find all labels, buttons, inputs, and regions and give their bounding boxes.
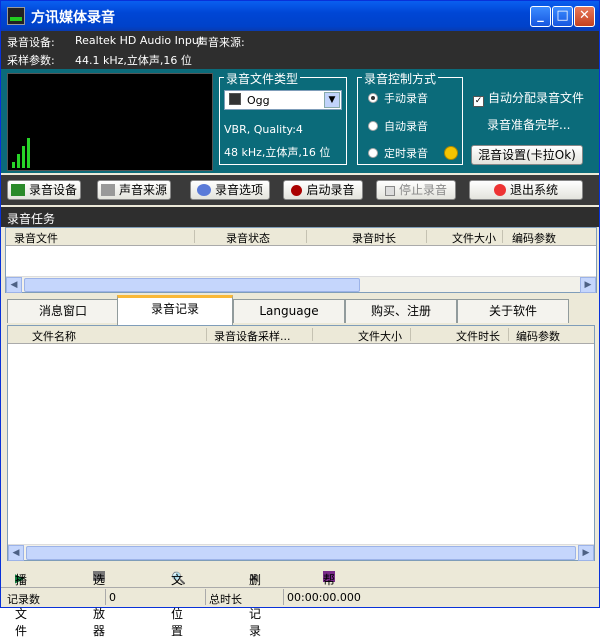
auto-assign-checkbox[interactable]: ✓ 自动分配录音文件 bbox=[473, 89, 584, 107]
main-window: 方讯媒体录音 _ □ ✕ 录音设备: Realtek HD Audio Inpu… bbox=[0, 0, 600, 638]
device-button[interactable]: 录音设备 bbox=[7, 180, 81, 200]
col-header: 文件大小 bbox=[358, 330, 402, 343]
radio-manual[interactable]: 手动录音 bbox=[368, 90, 478, 106]
tab-about[interactable]: 关于软件 bbox=[457, 299, 569, 323]
power-icon bbox=[493, 184, 506, 196]
col-header: 编码参数 bbox=[512, 232, 556, 245]
radio-auto[interactable]: 自动录音 bbox=[368, 118, 478, 134]
duration-label: 总时长 bbox=[209, 593, 242, 606]
stop-record-button[interactable]: 停止录音 bbox=[376, 180, 456, 200]
filetype-group: 录音文件类型 Ogg ▼ VBR, Quality:4 48 kHz,立体声,1… bbox=[219, 70, 347, 165]
floppy-icon bbox=[229, 93, 241, 105]
stop-icon bbox=[384, 186, 395, 196]
mix-settings-button[interactable]: 混音设置(卡拉Ok) bbox=[471, 145, 583, 165]
col-header: 录音文件 bbox=[14, 232, 58, 245]
record-hscroll[interactable]: ◀ ▶ bbox=[8, 544, 594, 561]
chevron-right-icon[interactable]: ▶ bbox=[578, 545, 594, 561]
status-text: 录音准备完毕... bbox=[487, 118, 571, 132]
chevron-down-icon[interactable]: ▼ bbox=[324, 92, 340, 108]
level-bar bbox=[17, 154, 20, 168]
task-hscroll[interactable]: ◀ ▶ bbox=[6, 276, 596, 293]
control-mode-legend: 录音控制方式 bbox=[362, 70, 439, 87]
chevron-left-icon[interactable]: ◀ bbox=[8, 545, 24, 561]
window-title: 方讯媒体录音 bbox=[31, 10, 115, 26]
close-button[interactable]: ✕ bbox=[574, 6, 595, 27]
title-bar[interactable]: 方讯媒体录音 _ □ ✕ bbox=[1, 1, 599, 31]
task-list[interactable]: 录音文件 录音状态 录音时长 文件大小 编码参数 ◀ ▶ bbox=[5, 227, 597, 293]
chevron-left-icon[interactable]: ◀ bbox=[6, 277, 22, 293]
chevron-right-icon[interactable]: ▶ bbox=[580, 277, 596, 293]
params-value: 44.1 kHz,立体声,16 位 bbox=[75, 54, 192, 67]
minimize-button[interactable]: _ bbox=[530, 6, 551, 27]
toolbar: 录音设备 声音来源 录音选项 启动录音 停止录音 退出系统 bbox=[1, 175, 599, 205]
record-list[interactable]: 文件名称 录音设备采样... 文件大小 文件时长 编码参数 ◀ ▶ bbox=[7, 325, 595, 561]
tab-purchase[interactable]: 购买、注册 bbox=[345, 299, 457, 323]
level-bar bbox=[12, 162, 15, 168]
tasks-title: 录音任务 bbox=[1, 207, 599, 227]
scroll-thumb[interactable] bbox=[24, 278, 360, 292]
device-icon bbox=[10, 184, 25, 196]
options-button[interactable]: 录音选项 bbox=[190, 180, 270, 200]
start-record-button[interactable]: 启动录音 bbox=[283, 180, 363, 200]
tab-messages[interactable]: 消息窗口 bbox=[7, 299, 119, 323]
col-header: 录音时长 bbox=[352, 232, 396, 245]
params-label: 采样参数: bbox=[7, 54, 55, 67]
scroll-thumb[interactable] bbox=[26, 546, 576, 560]
device-value: Realtek HD Audio Input bbox=[75, 34, 204, 47]
action-bar: ▶ 播放文件 选播放器 🔍文件位置 ✕ 删除记录 帮助 bbox=[1, 563, 599, 638]
duration-value: 00:00:00.000 bbox=[287, 591, 361, 604]
timer-icon[interactable] bbox=[444, 146, 458, 160]
source-button[interactable]: 声音来源 bbox=[97, 180, 171, 200]
status-bar: 记录数 0 总时长 00:00:00.000 bbox=[1, 587, 599, 607]
level-bar bbox=[27, 138, 30, 168]
col-header: 文件名称 bbox=[32, 330, 76, 343]
level-bar bbox=[22, 146, 25, 168]
source-label: 声音来源: bbox=[197, 36, 245, 49]
device-label: 录音设备: bbox=[7, 36, 55, 49]
col-header: 文件大小 bbox=[452, 232, 496, 245]
quality-text: VBR, Quality:4 bbox=[224, 123, 303, 136]
tab-records[interactable]: 录音记录 bbox=[117, 295, 233, 325]
col-header: 文件时长 bbox=[456, 330, 500, 343]
record-icon bbox=[291, 185, 303, 196]
radio-timed[interactable]: 定时录音 bbox=[368, 145, 478, 161]
count-label: 记录数 bbox=[7, 593, 40, 606]
task-list-header: 录音文件 录音状态 录音时长 文件大小 编码参数 bbox=[6, 228, 596, 246]
app-icon bbox=[7, 7, 25, 25]
tab-language[interactable]: Language bbox=[233, 299, 345, 323]
format-value: Ogg bbox=[247, 94, 270, 107]
count-value: 0 bbox=[109, 591, 116, 604]
filetype-params: 48 kHz,立体声,16 位 bbox=[224, 146, 331, 159]
control-panel: 录音文件类型 Ogg ▼ VBR, Quality:4 48 kHz,立体声,1… bbox=[1, 69, 599, 173]
level-meter bbox=[7, 73, 213, 171]
col-header: 录音设备采样... bbox=[214, 330, 291, 343]
format-select[interactable]: Ogg ▼ bbox=[224, 90, 342, 110]
tab-bar: 消息窗口 录音记录 Language 购买、注册 关于软件 bbox=[5, 295, 597, 325]
filetype-legend: 录音文件类型 bbox=[224, 70, 301, 87]
maximize-button[interactable]: □ bbox=[552, 6, 573, 27]
col-header: 编码参数 bbox=[516, 330, 560, 343]
device-info: 录音设备: Realtek HD Audio Input 声音来源: 采样参数:… bbox=[1, 31, 599, 69]
control-mode-group: 录音控制方式 手动录音 自动录音 定时录音 bbox=[357, 70, 463, 165]
speaker-icon bbox=[100, 184, 115, 196]
gear-icon bbox=[196, 184, 211, 196]
record-list-header: 文件名称 录音设备采样... 文件大小 文件时长 编码参数 bbox=[8, 326, 594, 344]
col-header: 录音状态 bbox=[226, 232, 270, 245]
exit-button[interactable]: 退出系统 bbox=[469, 180, 583, 200]
